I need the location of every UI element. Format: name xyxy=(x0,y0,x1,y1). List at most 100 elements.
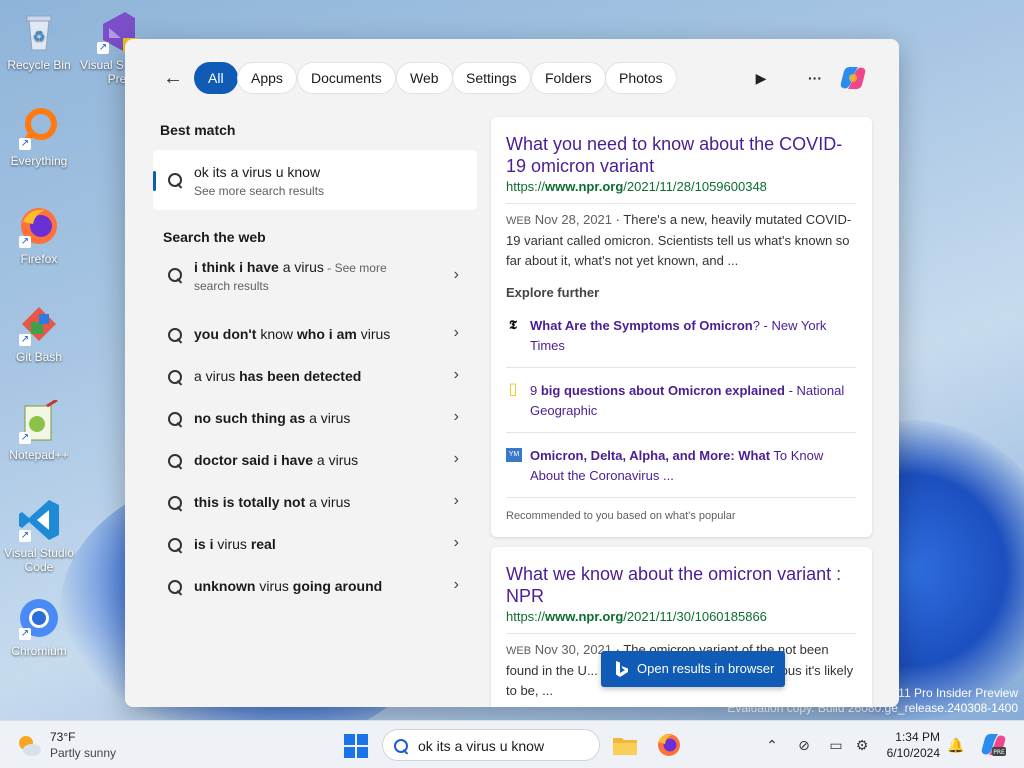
search-web-heading: Search the web xyxy=(163,229,266,245)
web-suggestion-item[interactable]: you don't know who i am virus › xyxy=(153,315,477,355)
national-geographic-icon: ▯ xyxy=(508,381,518,398)
open-results-in-browser-button[interactable]: Open results in browser xyxy=(601,651,785,687)
copilot-icon[interactable] xyxy=(838,63,868,93)
search-filter-bar: ← All Apps Documents Web Settings Folder… xyxy=(125,39,899,117)
taskbar: 73°F Partly sunny ⌃ ⊘ ▭ ⚙ 1:34 PM 6/10/2… xyxy=(0,720,1024,768)
suggestion-text: is i virus real xyxy=(194,536,276,552)
divider xyxy=(506,203,856,204)
result-title-link[interactable]: What we know about the omicron variant :… xyxy=(506,563,856,607)
recommendation-footer: Recommended to you based on what's popul… xyxy=(506,510,736,522)
filter-chip-settings[interactable]: Settings xyxy=(452,62,531,94)
shortcut-arrow-icon: ↗ xyxy=(19,628,31,640)
search-icon xyxy=(167,579,183,595)
explore-link-text: Omicron, Delta, Alpha, and More: What To… xyxy=(530,448,824,483)
filter-chip-apps[interactable]: Apps xyxy=(237,62,297,94)
system-clock[interactable]: 1:34 PM 6/10/2024 xyxy=(880,729,940,761)
web-suggestion-item[interactable]: doctor said i have a virus › xyxy=(153,441,477,481)
desktop-icon-label: Recycle Bin xyxy=(7,58,71,72)
filter-chip-all[interactable]: All xyxy=(194,62,238,94)
svg-text:♻: ♻ xyxy=(33,29,46,45)
filter-chip-documents[interactable]: Documents xyxy=(297,62,396,94)
web-suggestion-item[interactable]: no such thing as a virus › xyxy=(153,399,477,439)
firefox-icon: ↗ xyxy=(17,204,61,248)
more-options-icon[interactable]: ··· xyxy=(802,65,828,91)
desktop-icon-recycle-bin[interactable]: ♻ Recycle Bin xyxy=(0,10,78,72)
explore-link-item[interactable]: ▯ 9 big questions about Omicron explaine… xyxy=(506,381,856,425)
web-result-card: What you need to know about the COVID-19… xyxy=(491,117,872,537)
git-bash-icon: ↗ xyxy=(17,302,61,346)
desktop-icon-label: Git Bash xyxy=(15,350,63,364)
svg-text:PRE: PRE xyxy=(993,749,1005,756)
everything-search-icon: ↗ xyxy=(17,106,61,150)
play-icon[interactable]: ▶ xyxy=(748,65,774,91)
chevron-right-icon: › xyxy=(453,576,459,593)
see-more-results-text: search results xyxy=(194,279,269,293)
divider xyxy=(506,497,856,498)
chevron-right-icon: › xyxy=(453,366,459,383)
copilot-preview-button[interactable]: PRE xyxy=(980,731,1008,759)
desktop-icon-label: Notepad++ xyxy=(9,448,69,462)
shortcut-arrow-icon: ↗ xyxy=(19,334,31,346)
taskbar-search-input[interactable] xyxy=(418,736,588,756)
filter-chip-web[interactable]: Web xyxy=(396,62,453,94)
weather-condition: Partly sunny xyxy=(50,746,117,760)
desktop-icon-firefox[interactable]: ↗ Firefox xyxy=(0,204,78,266)
shortcut-arrow-icon: ↗ xyxy=(19,138,31,150)
desktop-icon-everything[interactable]: ↗ Everything xyxy=(0,106,78,168)
desktop-icon-vscode[interactable]: ↗ Visual Studio Code xyxy=(0,498,78,574)
web-suggestion-item[interactable]: unknown virus going around › xyxy=(153,567,477,607)
search-icon xyxy=(167,327,183,343)
windows-logo-icon xyxy=(344,734,355,745)
web-suggestion-item[interactable]: this is totally not a virus › xyxy=(153,483,477,523)
explore-link-text: What Are the Symptoms of Omicron? - New … xyxy=(530,318,827,353)
display-icon[interactable]: ▭ xyxy=(826,735,846,755)
search-icon xyxy=(167,495,183,511)
result-title-link[interactable]: What you need to know about the COVID-19… xyxy=(506,133,856,177)
folder-icon xyxy=(613,738,637,755)
windows-logo-icon xyxy=(344,747,355,758)
clock-time: 1:34 PM xyxy=(895,730,940,744)
search-icon xyxy=(167,369,183,385)
desktop-icon-label: Everything xyxy=(10,154,68,168)
show-hidden-icons-chevron-up-icon[interactable]: ⌃ xyxy=(762,735,782,755)
desktop-icon-chromium[interactable]: ↗ Chromium xyxy=(0,596,78,658)
desktop-icon-notepad-plus-plus[interactable]: ↗ Notepad++ xyxy=(0,398,78,462)
chevron-right-icon: › xyxy=(453,408,459,425)
network-offline-icon[interactable]: ⊘ xyxy=(794,735,814,755)
windows-logo-icon xyxy=(357,747,368,758)
filter-chip-folders[interactable]: Folders xyxy=(531,62,606,94)
suggestion-text: no such thing as a virus xyxy=(194,410,351,426)
shortcut-arrow-icon: ↗ xyxy=(19,530,31,542)
weather-widget[interactable]: 73°F Partly sunny xyxy=(16,729,126,763)
desktop-icon-git-bash[interactable]: ↗ Git Bash xyxy=(0,302,78,364)
copilot-pre-icon: PRE xyxy=(981,733,1006,756)
start-button[interactable] xyxy=(344,734,368,758)
chevron-right-icon: › xyxy=(453,266,459,283)
best-match-heading: Best match xyxy=(160,122,236,138)
notification-bell-icon[interactable]: 🔔 xyxy=(946,735,966,755)
desktop-icon-label: Firefox xyxy=(20,252,58,266)
best-match-item[interactable]: ok its a virus u know See more search re… xyxy=(153,150,477,210)
back-arrow-icon[interactable]: ← xyxy=(161,65,185,91)
web-suggestion-item[interactable]: a virus has been detected › xyxy=(153,357,477,397)
explore-link-text: 9 big questions about Omicron explained … xyxy=(530,383,845,418)
explore-link-item[interactable]: 𝕿 What Are the Symptoms of Omicron? - Ne… xyxy=(506,316,856,360)
settings-sync-icon[interactable]: ⚙ xyxy=(852,735,872,755)
result-url[interactable]: https://www.npr.org/2021/11/30/106018586… xyxy=(506,609,767,624)
notepad-plus-plus-icon: ↗ xyxy=(17,398,61,444)
firefox-taskbar-button[interactable] xyxy=(655,731,683,759)
explore-link-item[interactable]: YM Omicron, Delta, Alpha, and More: What… xyxy=(506,446,856,490)
explore-further-heading: Explore further xyxy=(506,285,600,300)
filter-chip-photos[interactable]: Photos xyxy=(605,62,677,94)
result-snippet: WEB Nov 28, 2021 · There's a new, heavil… xyxy=(506,212,852,268)
divider xyxy=(506,432,856,433)
file-explorer-button[interactable] xyxy=(611,731,639,759)
suggestion-text: this is totally not a virus xyxy=(194,494,351,510)
taskbar-search-box[interactable] xyxy=(382,729,600,761)
suggestion-text: a virus has been detected xyxy=(194,368,362,384)
web-suggestion-item[interactable]: i think i have a virus - See more search… xyxy=(153,253,477,309)
desktop-icon-label: Visual Studio Code xyxy=(4,546,74,574)
result-url[interactable]: https://www.npr.org/2021/11/28/105960034… xyxy=(506,179,767,194)
chevron-right-icon: › xyxy=(453,324,459,341)
web-suggestion-item[interactable]: is i virus real › xyxy=(153,525,477,565)
